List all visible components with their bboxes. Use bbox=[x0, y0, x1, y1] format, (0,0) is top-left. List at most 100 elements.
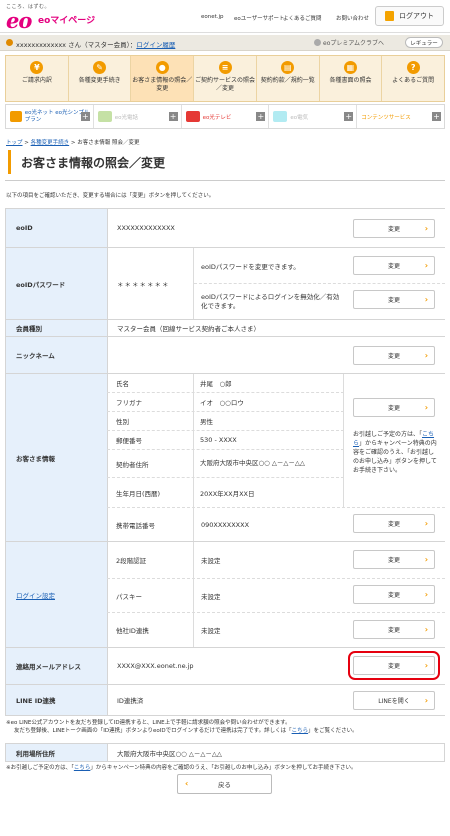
eo-logo[interactable]: eo bbox=[6, 8, 32, 33]
logout-button[interactable]: ログアウト bbox=[375, 6, 444, 26]
title-divider bbox=[5, 180, 445, 181]
chevron-right-icon: › bbox=[424, 590, 428, 599]
menu-customer-info[interactable]: ● お客さま情報の照会／変更 bbox=[131, 56, 195, 101]
row-value-usage-place: 大阪府大阪市中央区○○ △－△－△△ bbox=[107, 744, 444, 761]
row-value-member-type: マスター会員（回線サービス契約者ご本人さま） bbox=[107, 320, 445, 337]
question-icon: ? bbox=[406, 61, 420, 74]
breadcrumb-top[interactable]: トップ bbox=[6, 140, 23, 146]
chevron-right-icon: › bbox=[424, 555, 428, 564]
main-menu: ¥ ご請求内訳 ✎ 各種変更手続き ● お客さま情報の照会／変更 ≡ ご契約サービスの照… bbox=[5, 55, 445, 102]
line-note: ※eo LINE公式アカウントを友だち登録してID連携すると、LINE上で手軽に… bbox=[6, 720, 358, 735]
chevron-right-icon: › bbox=[424, 661, 428, 670]
service-contents[interactable]: コンテンツサービス + bbox=[357, 105, 444, 128]
plus-icon[interactable]: + bbox=[256, 112, 266, 121]
password-login-desc: eoIDパスワードによるログインを無効化／有効化できます。 bbox=[201, 292, 340, 310]
change-button-passkey[interactable]: 変更 › bbox=[353, 585, 435, 604]
breadcrumb: トップ > 各種変更手続き > お客さま情報 照会／変更 bbox=[6, 140, 140, 146]
premium-club-link[interactable]: eoプレミアムクラブへ bbox=[323, 38, 384, 47]
field-address: 契約者住所 大阪府大阪市中央区○○ △－△－△△ bbox=[107, 450, 344, 478]
bottom-note-link[interactable]: こちら bbox=[74, 765, 91, 771]
book-icon: ▤ bbox=[281, 61, 295, 74]
change-button-external-id[interactable]: 変更 › bbox=[353, 620, 435, 639]
two-factor-value: 未設定 bbox=[201, 557, 221, 565]
door-icon bbox=[385, 11, 394, 21]
chevron-right-icon: › bbox=[424, 261, 428, 270]
change-button-eoid[interactable]: 変更 › bbox=[353, 219, 435, 238]
line-open-button[interactable]: LINEを開く › bbox=[353, 691, 435, 710]
service-eo-electric[interactable]: eo電気 + bbox=[269, 105, 358, 128]
member-rank-badge[interactable]: レギュラー bbox=[405, 37, 443, 48]
field-postal-code: 郵便番号 530 - XXXX bbox=[107, 431, 344, 450]
change-button-customer-info[interactable]: 変更 › bbox=[353, 398, 435, 417]
login-settings-link[interactable]: ログイン設定 bbox=[16, 590, 55, 600]
app-title[interactable]: eoマイページ bbox=[38, 13, 95, 26]
bottom-note: ※お引越しご予定の方は、「こちら」からキャンペーン特典の内容をご確認のうえ、「お… bbox=[6, 765, 357, 771]
field-gender: 性別 男性 bbox=[107, 412, 344, 431]
plus-icon[interactable]: + bbox=[168, 112, 178, 121]
external-id-label: 他社ID連携 bbox=[116, 627, 149, 635]
plus-icon[interactable]: + bbox=[80, 112, 90, 121]
change-button-nickname[interactable]: 変更 › bbox=[353, 346, 435, 365]
field-furigana: フリガナ イオ ○○ロウ bbox=[107, 393, 344, 412]
service-eo-tv[interactable]: eo光テレビ + bbox=[182, 105, 270, 128]
chevron-right-icon: › bbox=[424, 519, 428, 528]
change-button-two-factor[interactable]: 変更 › bbox=[353, 550, 435, 569]
menu-billing[interactable]: ¥ ご請求内訳 bbox=[6, 56, 69, 101]
field-birthday: 生年月日(西暦) 20XX年XX月XX日 bbox=[116, 489, 255, 498]
service-tabs: eo光ネット eo光シンプルプラン + eo光電話 + eo光テレビ + eo電気 + … bbox=[5, 104, 445, 129]
change-button-mobile[interactable]: 変更 › bbox=[353, 514, 435, 533]
breadcrumb-procedures[interactable]: 各種変更手続き bbox=[31, 140, 70, 146]
row-label-usage-place: 利用場所住所 bbox=[6, 744, 107, 761]
field-name: 氏名 井尾 ○郎 bbox=[107, 374, 344, 393]
user-name-line: xxxxxxxxxxxxx さん（マスター会員）：ログイン履歴 bbox=[16, 41, 176, 49]
passkey-value: 未設定 bbox=[201, 592, 221, 601]
chevron-right-icon: › bbox=[424, 625, 428, 634]
moving-note: お引越しご予定の方は、「こちら」からキャンペーン特典の内容をご確認のうえ、「お引… bbox=[353, 431, 437, 474]
eo-electric-icon bbox=[273, 111, 288, 122]
edit-icon: ✎ bbox=[93, 61, 107, 74]
eo-net-icon bbox=[10, 111, 22, 122]
menu-procedures[interactable]: ✎ 各種変更手続き bbox=[69, 56, 132, 101]
intro-text: 以下の項目をご確認いただき、変更する場合には「変更」ボタンを押してください。 bbox=[6, 193, 215, 199]
password-change-desc: eoIDパスワードを変更できます。 bbox=[201, 263, 300, 271]
menu-faq[interactable]: ? よくあるご質問 bbox=[382, 56, 444, 101]
user-icon bbox=[6, 39, 13, 46]
change-button-email[interactable]: 変更 › bbox=[348, 651, 440, 680]
login-history-link[interactable]: ログイン履歴 bbox=[136, 41, 175, 49]
chevron-right-icon: › bbox=[424, 224, 428, 233]
line-note-link[interactable]: こちら bbox=[292, 728, 309, 734]
field-mobile-value: 090XXXXXXXX bbox=[201, 520, 250, 529]
link-user-support[interactable]: eoユーザーサポート bbox=[234, 14, 285, 22]
chevron-right-icon: › bbox=[424, 696, 428, 705]
header: こころ、はずむ。 eo eoマイページ eonet.jp eoユーザーサポート … bbox=[0, 0, 450, 33]
change-button-password-login[interactable]: 変更 › bbox=[353, 290, 435, 309]
service-eo-net[interactable]: eo光ネット eo光シンプルプラン + bbox=[6, 105, 94, 128]
link-contact[interactable]: お問い合わせ bbox=[336, 14, 369, 22]
menu-documents[interactable]: ▦ 各種書面の照会 bbox=[320, 56, 383, 101]
link-eonet[interactable]: eonet.jp bbox=[201, 14, 224, 20]
row-label-customer-info: お客さま情報 bbox=[6, 374, 107, 542]
plus-icon[interactable]: + bbox=[344, 112, 354, 121]
row-label-line: LINE ID連携 bbox=[6, 685, 107, 716]
eo-phone-icon bbox=[97, 111, 112, 122]
eo-tv-icon bbox=[185, 111, 200, 122]
row-label-email: 連絡用メールアドレス bbox=[6, 648, 107, 685]
page-title: お客さま情報の照会／変更 bbox=[8, 150, 165, 174]
external-id-value: 未設定 bbox=[201, 627, 221, 635]
chevron-right-icon: › bbox=[424, 403, 428, 412]
link-faq[interactable]: よくあるご質問 bbox=[283, 14, 322, 22]
back-button[interactable]: ‹ 戻る bbox=[177, 774, 272, 794]
change-button-password[interactable]: 変更 › bbox=[353, 256, 435, 275]
plus-icon[interactable]: + bbox=[431, 112, 441, 121]
row-label-eoid: eoID bbox=[6, 209, 107, 248]
chevron-right-icon: › bbox=[424, 295, 428, 304]
service-eo-phone[interactable]: eo光電話 + bbox=[94, 105, 182, 128]
field-mobile-label: 携帯電話番号 bbox=[116, 521, 155, 530]
passkey-label: パスキー bbox=[116, 592, 142, 601]
person-icon: ● bbox=[155, 61, 169, 74]
menu-contract-services[interactable]: ≡ ご契約サービスの照会／変更 bbox=[194, 56, 257, 101]
row-label-login-settings: ログイン設定 bbox=[6, 542, 107, 648]
two-factor-label: 2段階認証 bbox=[116, 557, 147, 565]
menu-terms[interactable]: ▤ 契約約款／規約一覧 bbox=[257, 56, 320, 101]
yen-icon: ¥ bbox=[30, 61, 44, 74]
